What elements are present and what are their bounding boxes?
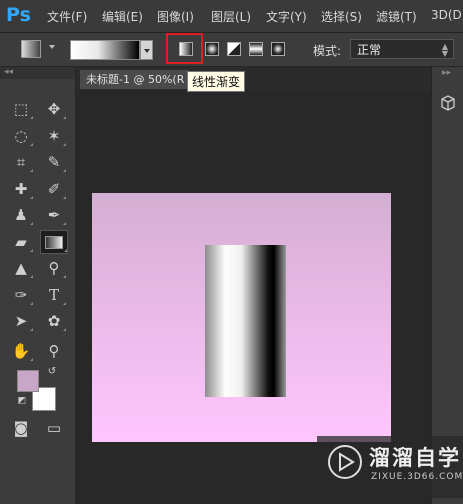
gradient-editor-swatch[interactable]	[70, 40, 140, 60]
quick-mask-icon[interactable]: ◙	[9, 417, 33, 439]
menu-layer[interactable]: 图层(L)	[211, 8, 251, 25]
menu-bar: Ps 文件(F) 编辑(E) 图像(I) 图层(L) 文字(Y) 选择(S) 滤…	[0, 0, 463, 33]
move-tool-icon[interactable]: ✥	[42, 98, 66, 120]
gradient-picker-dropdown[interactable]	[140, 40, 153, 60]
expand-icon[interactable]: ▸▸	[442, 68, 451, 78]
angle-gradient-icon[interactable]	[227, 42, 241, 56]
screen-mode-icon[interactable]: ▭	[42, 417, 66, 439]
custom-shape-tool-icon[interactable]: ✿	[42, 310, 66, 332]
watermark-title: 溜溜自学	[369, 446, 461, 470]
options-bar: 正常 ▲ ▼	[0, 33, 463, 67]
swap-colors-icon[interactable]: ↺	[40, 365, 64, 379]
foreground-color-swatch[interactable]	[17, 370, 39, 392]
toolbox-header: ◂◂	[0, 67, 75, 79]
collapse-icon[interactable]: ◂◂	[4, 67, 13, 77]
menu-edit[interactable]: 编辑(E)	[102, 8, 143, 25]
default-colors-icon[interactable]: ◩	[10, 395, 34, 407]
menu-type[interactable]: 文字(Y)	[266, 8, 307, 25]
brush-tool-icon[interactable]: ✐	[42, 178, 66, 200]
gradient-tool-icon[interactable]	[40, 230, 68, 254]
reflected-gradient-icon[interactable]	[249, 42, 263, 56]
tooltip-linear-gradient: 线性渐变	[187, 71, 246, 92]
play-logo-icon	[328, 445, 362, 479]
path-selection-tool-icon[interactable]: ➤	[9, 310, 33, 332]
chevron-down-icon[interactable]	[49, 45, 55, 49]
eyedropper-tool-icon[interactable]: ✎	[42, 151, 66, 173]
blend-mode-select[interactable]: 正常 ▲ ▼	[350, 39, 454, 59]
highlight-box	[166, 33, 203, 64]
3d-cube-icon[interactable]	[440, 95, 456, 111]
eraser-tool-icon[interactable]: ▰	[9, 231, 33, 253]
document-tab[interactable]: 未标题-1 @ 50%(R	[80, 70, 188, 89]
select-caret-icon: ▲ ▼	[441, 42, 448, 58]
menu-3d[interactable]: 3D(D)	[431, 8, 463, 22]
pen-tool-icon[interactable]: ✑	[9, 284, 33, 306]
clone-stamp-tool-icon[interactable]: ♟	[9, 204, 33, 226]
lasso-tool-icon[interactable]: ◌	[9, 125, 33, 147]
dodge-tool-icon[interactable]: ⚲	[42, 257, 66, 279]
mode-label: 模式:	[313, 44, 342, 58]
crop-tool-icon[interactable]: ⌗	[9, 151, 33, 173]
type-tool-icon[interactable]: T	[42, 284, 66, 306]
diamond-gradient-icon[interactable]	[271, 42, 285, 56]
magic-wand-tool-icon[interactable]: ✶	[42, 125, 66, 147]
photoshop-logo: Ps	[6, 4, 31, 26]
blend-mode-value: 正常	[357, 43, 382, 57]
menu-image[interactable]: 图像(I)	[157, 8, 194, 25]
menu-select[interactable]: 选择(S)	[321, 8, 362, 25]
zoom-tool-icon[interactable]: ⚲	[42, 340, 66, 362]
gradient-rectangle	[205, 245, 286, 397]
watermark-url: ZIXUE.3D66.COM	[371, 472, 463, 482]
radial-gradient-icon[interactable]	[205, 42, 219, 56]
blur-tool-icon[interactable]: ▲	[9, 257, 33, 279]
watermark: 溜溜自学 ZIXUE.3D66.COM	[317, 436, 463, 498]
healing-brush-tool-icon[interactable]: ✚	[9, 178, 33, 200]
menu-filter[interactable]: 滤镜(T)	[376, 8, 417, 25]
marquee-tool-icon[interactable]: ⬚	[9, 98, 33, 120]
menu-file[interactable]: 文件(F)	[47, 8, 87, 25]
hand-tool-icon[interactable]: ✋	[9, 340, 33, 362]
tool-preset-picker[interactable]	[21, 40, 41, 58]
toolbox: ◂◂ ⬚ ✥ ◌ ✶ ⌗ ✎ ✚ ✐ ♟ ✒ ▰ ▲ ⚲ ✑ T ➤ ✿ ✋ ⚲…	[0, 67, 76, 504]
history-brush-tool-icon[interactable]: ✒	[42, 204, 66, 226]
